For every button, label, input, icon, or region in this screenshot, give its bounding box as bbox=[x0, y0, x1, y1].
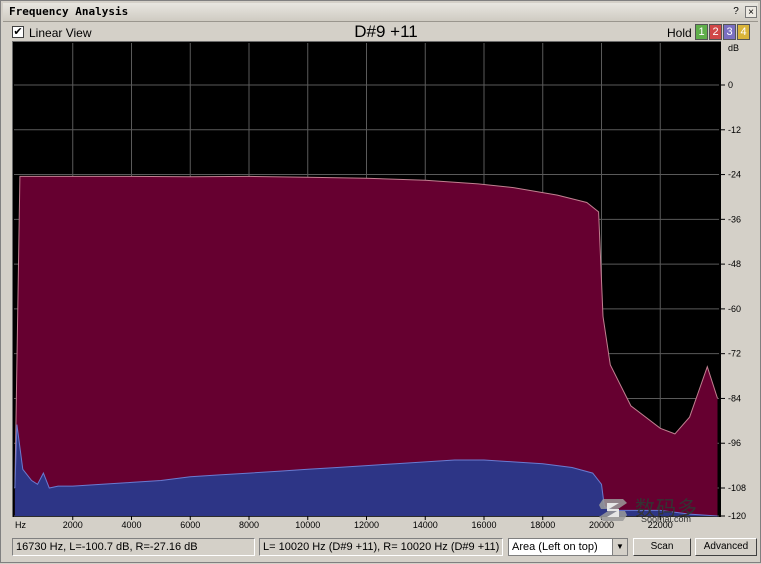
x-tick-label: 6000 bbox=[180, 520, 200, 530]
y-tick-label: -36 bbox=[728, 214, 741, 224]
x-tick-label: 2000 bbox=[63, 520, 83, 530]
frequency-analysis-window: Frequency Analysis ? × ✔ Linear View D#9… bbox=[0, 0, 761, 563]
cursor-readout: 16730 Hz, L=-100.7 dB, R=-27.16 dB bbox=[12, 538, 255, 556]
chevron-down-icon[interactable]: ▼ bbox=[612, 539, 627, 555]
y-tick-label: -84 bbox=[728, 393, 741, 403]
y-tick-label: -12 bbox=[728, 125, 741, 135]
watermark: 数码多 Soomal.com bbox=[597, 495, 757, 525]
y-tick-label: -72 bbox=[728, 349, 741, 359]
y-tick-label: -24 bbox=[728, 170, 741, 180]
y-tick-label: 0 bbox=[728, 80, 733, 90]
x-tick-label: 4000 bbox=[121, 520, 141, 530]
soomal-logo bbox=[599, 499, 627, 521]
watermark-url: Soomal.com bbox=[641, 514, 692, 524]
advanced-button[interactable]: Advanced bbox=[695, 538, 757, 556]
y-tick-label: -96 bbox=[728, 438, 741, 448]
y-tick-label: -60 bbox=[728, 304, 741, 314]
y-tick-label: -48 bbox=[728, 259, 741, 269]
series-area-right bbox=[14, 176, 718, 516]
y-tick-label: -108 bbox=[728, 483, 746, 493]
x-tick-label: 18000 bbox=[530, 520, 555, 530]
scan-button[interactable]: Scan bbox=[633, 538, 691, 556]
x-tick-label: 8000 bbox=[239, 520, 259, 530]
peak-readout: L= 10020 Hz (D#9 +11), R= 10020 Hz (D#9 … bbox=[259, 538, 503, 556]
x-tick-label: 12000 bbox=[354, 520, 379, 530]
x-unit-label: Hz bbox=[15, 520, 26, 530]
x-tick-label: 14000 bbox=[413, 520, 438, 530]
y-unit-label: dB bbox=[728, 43, 739, 53]
display-mode-select[interactable]: Area (Left on top) ▼ bbox=[508, 538, 628, 556]
display-mode-value: Area (Left on top) bbox=[512, 541, 598, 553]
x-tick-label: 10000 bbox=[295, 520, 320, 530]
spectrum-chart: 0-12-24-36-48-60-72-84-96-108-120dB2000 4… bbox=[14, 43, 746, 530]
x-tick-label: 16000 bbox=[471, 520, 496, 530]
